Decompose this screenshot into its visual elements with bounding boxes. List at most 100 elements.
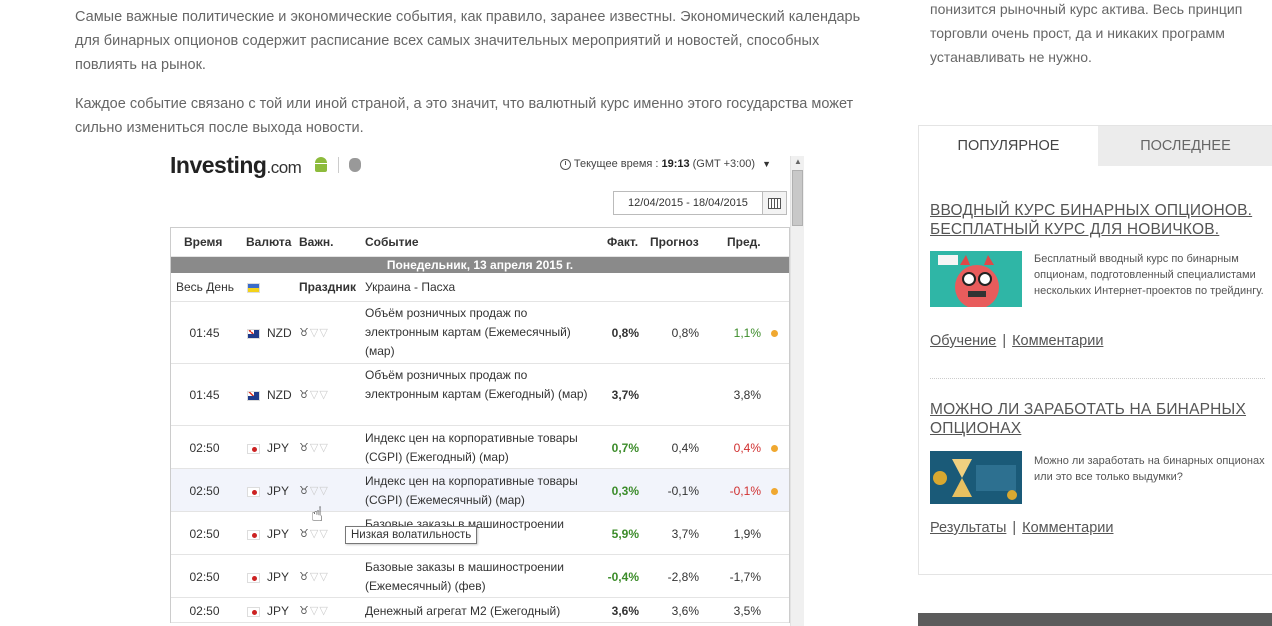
- event-previous: 3,5%: [733, 604, 761, 618]
- time-zone: (GMT +3:00): [692, 158, 756, 170]
- japan-flag-icon: [247, 487, 260, 497]
- scrollbar-thumb[interactable]: [792, 170, 803, 226]
- revision-dot-icon: [771, 330, 778, 337]
- bull-icon-empty: ▽▽: [309, 389, 329, 401]
- event-forecast: 3,6%: [671, 604, 699, 618]
- header-previous: Пред.: [727, 235, 761, 249]
- article-paragraph-1: Самые важные политические и экономически…: [75, 9, 861, 73]
- tab-popular[interactable]: ПОПУЛЯРНОЕ: [919, 126, 1098, 166]
- japan-flag-icon: [247, 530, 260, 540]
- link-separator: |: [1002, 333, 1007, 349]
- calendar-button[interactable]: [762, 192, 786, 214]
- holiday-row[interactable]: Весь День Праздник Украина - Пасха: [171, 273, 789, 302]
- event-name[interactable]: Объём розничных продаж по электронным ка…: [365, 366, 595, 404]
- calendar-table: Время Валюта Важн. Событие Факт. Прогноз…: [170, 227, 790, 623]
- table-row[interactable]: 01:45 NZD ♉▽▽ Объём розничных продаж по эле…: [171, 302, 789, 364]
- event-time: 02:50: [189, 484, 220, 498]
- volatility-bulls-icon[interactable]: ♉▽▽: [299, 484, 329, 497]
- post-1-thumbnail[interactable]: [930, 251, 1022, 309]
- post-2-thumbnail[interactable]: [930, 451, 1022, 504]
- apple-icon[interactable]: [349, 158, 361, 172]
- chevron-down-icon[interactable]: ▼: [762, 159, 771, 169]
- event-name[interactable]: Индекс цен на корпоративные товары (CGPI…: [365, 429, 595, 467]
- post-1-comments-link[interactable]: Комментарии: [1012, 333, 1103, 349]
- post-2-comments-link[interactable]: Комментарии: [1022, 520, 1113, 536]
- event-forecast: 0,8%: [671, 326, 699, 340]
- event-forecast: 3,7%: [671, 527, 699, 541]
- event-actual: -0,4%: [607, 570, 639, 584]
- bull-icon: ♉: [299, 528, 310, 540]
- event-actual: 0,3%: [611, 484, 639, 498]
- new-zealand-flag-icon: [247, 329, 260, 339]
- event-name[interactable]: Индекс цен на корпоративные товары (CGPI…: [365, 472, 595, 510]
- bull-icon: ♉: [299, 442, 310, 454]
- volatility-bulls-icon[interactable]: ♉▽▽: [299, 604, 329, 617]
- android-icon[interactable]: [314, 157, 328, 173]
- header-importance: Важн.: [299, 235, 334, 249]
- logo-main: Investing: [170, 152, 267, 178]
- header-actual: Факт.: [607, 235, 639, 249]
- post-1-category-link[interactable]: Обучение: [930, 333, 996, 349]
- table-row[interactable]: 02:50 JPY ♉▽▽ Индекс цен на корпоративные т…: [171, 469, 789, 512]
- table-row[interactable]: 02:50 JPY ♉▽▽ Базовые заказы в машиностроен…: [171, 512, 789, 555]
- event-name[interactable]: Базовые заказы в машиностроении (Ежемеся…: [365, 558, 595, 596]
- sidebar-top-text: понизится рыночный курс актива. Весь при…: [930, 1, 1243, 65]
- event-previous: 0,4%: [733, 441, 761, 455]
- event-previous: 3,8%: [733, 388, 761, 402]
- post-2-category-link[interactable]: Результаты: [930, 520, 1006, 536]
- volatility-bulls-icon[interactable]: ♉▽▽: [299, 570, 329, 583]
- event-currency: JPY: [267, 484, 290, 498]
- event-time: 01:45: [189, 326, 220, 340]
- volatility-bulls-icon[interactable]: ♉▽▽: [299, 326, 329, 339]
- event-actual: 3,6%: [611, 604, 639, 618]
- bull-icon-empty: ▽▽: [309, 528, 329, 540]
- event-name[interactable]: Объём розничных продаж по электронным ка…: [365, 304, 595, 361]
- post-1-description: Бесплатный вводный курс по бинарным опци…: [1034, 253, 1264, 297]
- table-row[interactable]: 02:50 JPY ♉▽▽ Денежный агрегат М2 (Ежегодны…: [171, 598, 789, 623]
- post-divider: [930, 378, 1265, 379]
- revision-dot-icon: [771, 488, 778, 495]
- date-range-value[interactable]: 12/04/2015 - 18/04/2015: [614, 197, 762, 209]
- volatility-bulls-icon[interactable]: ♉▽▽: [299, 527, 329, 540]
- tab-latest[interactable]: ПОСЛЕДНЕЕ: [1098, 126, 1272, 166]
- table-row[interactable]: 01:45 NZD ♉▽▽ Объём розничных продаж по эле…: [171, 364, 789, 426]
- volatility-bulls-icon[interactable]: ♉▽▽: [299, 388, 329, 401]
- icon-divider: [338, 157, 339, 173]
- event-actual: 0,7%: [611, 441, 639, 455]
- volatility-bulls-icon[interactable]: ♉▽▽: [299, 441, 329, 454]
- event-actual: 5,9%: [611, 527, 639, 541]
- event-currency: JPY: [267, 604, 290, 618]
- investing-logo[interactable]: Investing.com: [170, 152, 302, 179]
- event-previous: 1,1%: [733, 326, 761, 340]
- link-separator: |: [1012, 520, 1017, 536]
- header-event: Событие: [365, 235, 419, 249]
- event-actual: 3,7%: [611, 388, 639, 402]
- ukraine-flag-icon: [247, 283, 260, 293]
- post-2-title[interactable]: МОЖНО ЛИ ЗАРАБОТАТЬ НА БИНАРНЫХ ОПЦИОНАХ: [930, 400, 1265, 438]
- sidebar-bottom-bar: [918, 613, 1272, 626]
- event-name[interactable]: Денежный агрегат М2 (Ежегодный): [365, 602, 595, 621]
- event-time: 02:50: [189, 604, 220, 618]
- current-time[interactable]: Текущее время : 19:13 (GMT +3:00) ▼: [559, 158, 771, 170]
- table-row[interactable]: 02:50 JPY ♉▽▽ Индекс цен на корпоративные т…: [171, 426, 789, 469]
- event-time: 01:45: [189, 388, 220, 402]
- header-forecast: Прогноз: [650, 235, 699, 249]
- bull-icon: ♉: [299, 605, 310, 617]
- scroll-up-icon[interactable]: ▲: [794, 157, 802, 166]
- bull-icon: ♉: [299, 327, 310, 339]
- widget-scrollbar[interactable]: ▲: [790, 156, 804, 626]
- clock-icon: [559, 158, 571, 170]
- event-currency: JPY: [267, 441, 290, 455]
- header-currency: Валюта: [246, 235, 292, 249]
- event-currency: JPY: [267, 570, 290, 584]
- time-label: Текущее время :: [573, 158, 659, 170]
- post-1-title[interactable]: ВВОДНЫЙ КУРС БИНАРНЫХ ОПЦИОНОВ. БЕСПЛАТН…: [930, 201, 1265, 239]
- app-icons: [314, 157, 361, 173]
- table-row[interactable]: 02:50 JPY ♉▽▽ Базовые заказы в машиностроен…: [171, 555, 789, 598]
- holiday-event: Украина - Пасха: [365, 280, 456, 294]
- article-paragraph-2: Каждое событие связано с той или иной ст…: [75, 96, 854, 136]
- table-header: Время Валюта Важн. Событие Факт. Прогноз…: [171, 228, 789, 257]
- post-1-links: Обучение | Комментарии: [930, 333, 1103, 349]
- event-rows: 01:45 NZD ♉▽▽ Объём розничных продаж по эле…: [171, 302, 789, 623]
- date-range-picker[interactable]: 12/04/2015 - 18/04/2015: [613, 191, 787, 215]
